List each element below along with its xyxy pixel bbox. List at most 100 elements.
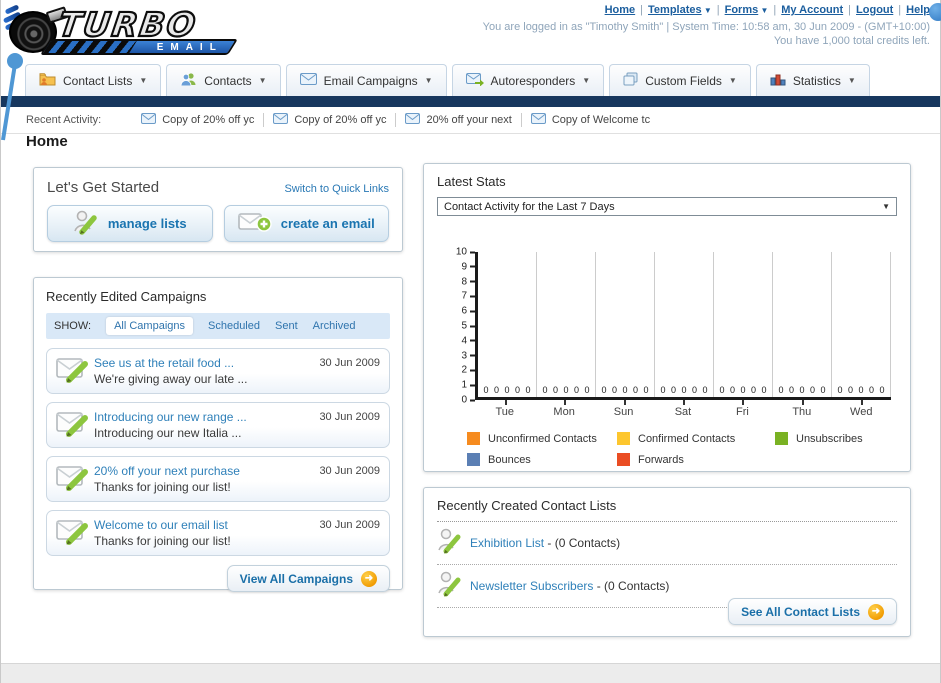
- x-axis-label-sat: Sat: [653, 400, 712, 418]
- top-nav-links: Home | Templates ▼ | Forms ▼ | My Account | Logo…: [483, 4, 930, 16]
- campaign-title-link[interactable]: Welcome to our email list: [94, 518, 228, 532]
- chevron-down-icon: ▼: [701, 6, 712, 15]
- contact-lists-title: Recently Created Contact Lists: [437, 498, 897, 522]
- nav-tab-autoresponders[interactable]: Autoresponders ▼: [451, 64, 605, 96]
- person-pencil-icon: [437, 570, 462, 601]
- filter-sent[interactable]: Sent: [275, 320, 298, 332]
- campaign-row[interactable]: See us at the retail food ... We're givi…: [46, 348, 390, 394]
- see-all-contact-lists-label: See All Contact Lists: [741, 604, 860, 619]
- chart-y-axis: 10 9 8 7 6 5 4 3 2 1 0: [451, 247, 475, 406]
- arrow-right-icon: ➜: [361, 570, 377, 587]
- top-link-my-account[interactable]: My Account: [781, 4, 843, 16]
- bar-value-label: 0: [761, 385, 767, 395]
- top-link-home[interactable]: Home: [605, 4, 636, 16]
- legend-item: Confirmed Contacts: [617, 432, 775, 445]
- nav-tab-contact-lists[interactable]: Contact Lists ▼: [25, 64, 162, 96]
- bar-value-label: 0: [611, 385, 617, 395]
- bar-value-label: 0: [632, 385, 638, 395]
- envelope-pencil-icon: [56, 516, 94, 551]
- recent-activity-item[interactable]: 20% off your next: [405, 113, 512, 127]
- contact-list-link[interactable]: Exhibition List: [470, 536, 544, 550]
- contact-list-count: - (0 Contacts): [596, 578, 670, 593]
- y-tick-label: 6: [461, 306, 475, 317]
- bar-value-label: 0: [879, 385, 885, 395]
- nav-tab-statistics[interactable]: Statistics ▼: [755, 64, 870, 96]
- recent-activity-item[interactable]: Copy of 20% off yc: [141, 113, 254, 127]
- legend-item: Unsubscribes: [775, 432, 897, 445]
- filter-scheduled[interactable]: Scheduled: [208, 320, 260, 332]
- page-title: Home: [26, 133, 68, 150]
- switch-quick-links[interactable]: Switch to Quick Links: [284, 183, 389, 195]
- chart-x-axis: Tue Mon Sun Sat Fri Thu Wed: [437, 400, 897, 418]
- legend-swatch: [467, 432, 480, 445]
- campaign-row[interactable]: Welcome to our email list Thanks for joi…: [46, 510, 390, 556]
- separator: [263, 113, 265, 127]
- x-axis-label-thu: Thu: [772, 400, 831, 418]
- arrow-right-icon: ➜: [868, 603, 884, 620]
- top-link-templates[interactable]: Templates: [648, 4, 702, 16]
- campaign-subtitle: Thanks for joining our list!: [94, 534, 231, 548]
- x-axis-label-sun: Sun: [594, 400, 653, 418]
- y-tick-label: 8: [461, 276, 475, 287]
- separator: [520, 113, 522, 127]
- person-pencil-icon: [73, 209, 99, 238]
- bar-value-label: 0: [660, 385, 666, 395]
- chart-group-thu: 00000: [773, 252, 832, 397]
- manage-lists-button[interactable]: manage lists: [47, 205, 213, 242]
- view-all-campaigns-button[interactable]: View All Campaigns ➜: [226, 565, 390, 592]
- nav-tab-custom-fields[interactable]: Custom Fields ▼: [609, 64, 751, 96]
- latest-stats-title: Latest Stats: [437, 174, 506, 189]
- recent-activity-item[interactable]: Copy of 20% off yc: [273, 113, 386, 127]
- stats-period-dropdown[interactable]: Contact Activity for the Last 7 Days ▼: [437, 197, 897, 216]
- filter-archived[interactable]: Archived: [313, 320, 356, 332]
- nav-tab-contacts[interactable]: Contacts ▼: [166, 64, 281, 96]
- campaign-row[interactable]: 20% off your next purchase Thanks for jo…: [46, 456, 390, 502]
- top-link-help[interactable]: Help: [906, 4, 930, 16]
- person-pencil-icon: [437, 527, 462, 558]
- bar-value-label: 0: [525, 385, 531, 395]
- bar-value-label: 0: [681, 385, 687, 395]
- bar-value-label: 0: [691, 385, 697, 395]
- chevron-down-icon: ▼: [728, 76, 737, 85]
- get-started-title: Let's Get Started: [47, 179, 160, 196]
- chart-group-fri: 00000: [714, 252, 773, 397]
- top-link-logout[interactable]: Logout: [856, 4, 893, 16]
- recent-activity-item[interactable]: Copy of Welcome tc: [530, 113, 650, 127]
- campaign-title-link[interactable]: 20% off your next purchase: [94, 464, 240, 478]
- nav-tab-email-campaigns[interactable]: Email Campaigns ▼: [285, 64, 447, 96]
- campaign-title-link[interactable]: See us at the retail food ...: [94, 356, 234, 370]
- x-axis-label-tue: Tue: [475, 400, 534, 418]
- contact-lists-panel: Recently Created Contact Lists Exhibitio…: [423, 487, 911, 637]
- bar-value-label: 0: [493, 385, 499, 395]
- contact-lists-icon: [39, 72, 56, 89]
- x-axis-label-mon: Mon: [534, 400, 593, 418]
- header: TURBO EMAIL Home | Templates ▼ | Forms ▼ | My …: [1, 0, 941, 62]
- create-email-button[interactable]: create an email: [223, 205, 389, 242]
- contact-list-count: - (0 Contacts): [547, 535, 621, 550]
- legend-swatch: [467, 453, 480, 466]
- contact-list-item[interactable]: Exhibition List - (0 Contacts): [437, 522, 897, 565]
- see-all-contact-lists-button[interactable]: See All Contact Lists ➜: [728, 598, 897, 625]
- latest-stats-panel: Latest Stats Contact Activity for the La…: [423, 163, 911, 472]
- y-tick-label: 5: [461, 321, 475, 332]
- y-tick-label: 0: [461, 395, 475, 406]
- bar-value-label: 0: [622, 385, 628, 395]
- help-bubble-icon[interactable]: [929, 3, 941, 21]
- legend-swatch: [775, 432, 788, 445]
- logo-subtitle: EMAIL: [156, 42, 223, 53]
- bar-value-label: 0: [858, 385, 864, 395]
- bar-value-label: 0: [778, 385, 784, 395]
- campaign-date: 30 Jun 2009: [319, 465, 380, 477]
- chevron-down-icon: ▼: [758, 6, 769, 15]
- top-link-forms[interactable]: Forms: [725, 4, 759, 16]
- contact-list-link[interactable]: Newsletter Subscribers: [470, 579, 593, 593]
- campaign-title-link[interactable]: Introducing our new range ...: [94, 410, 247, 424]
- bar-value-label: 0: [670, 385, 676, 395]
- turbo-email-dashboard: TURBO EMAIL Home | Templates ▼ | Forms ▼ | My …: [0, 0, 941, 683]
- envelope-icon: [405, 113, 421, 127]
- bar-value-label: 0: [483, 385, 489, 395]
- envelope-pencil-icon: [56, 354, 94, 389]
- campaign-row[interactable]: Introducing our new range ... Introducin…: [46, 402, 390, 448]
- filter-all-campaigns[interactable]: All Campaigns: [106, 317, 193, 335]
- envelope-icon: [530, 113, 546, 127]
